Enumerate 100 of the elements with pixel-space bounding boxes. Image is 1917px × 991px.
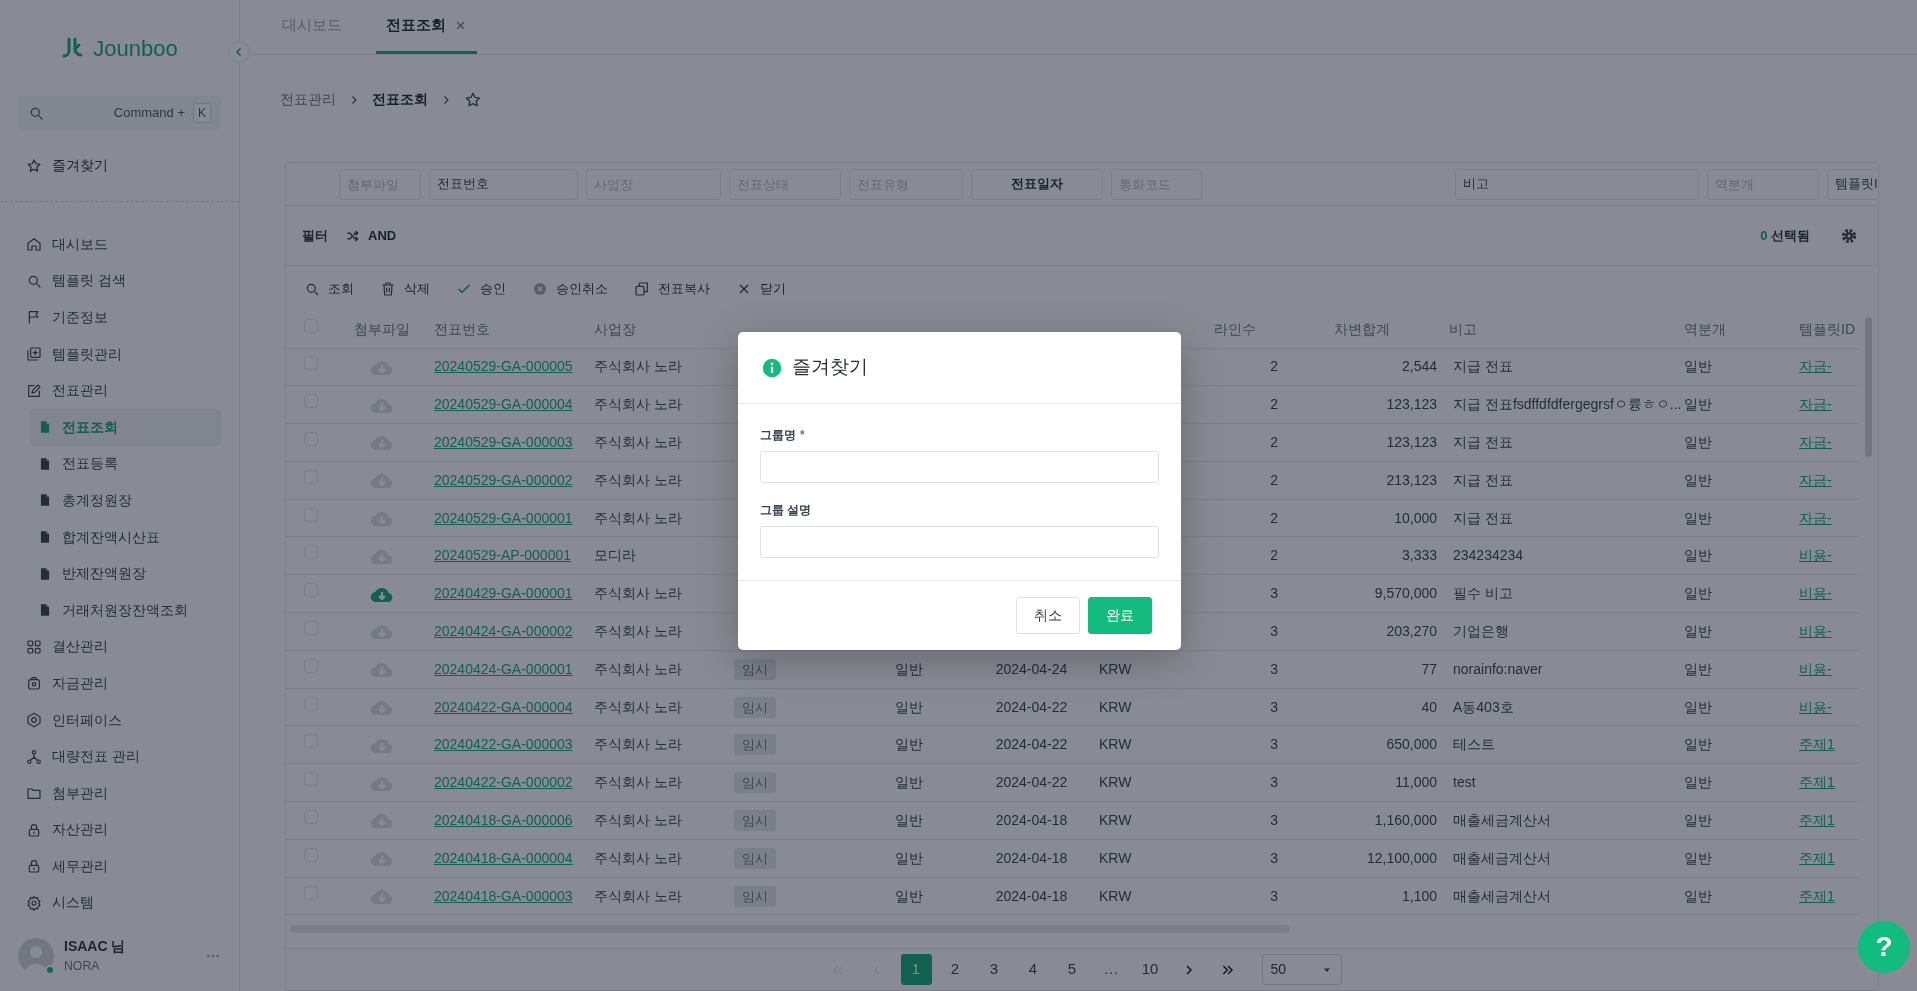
- voucher-link[interactable]: 20240418-GA-000004: [434, 849, 573, 866]
- menu-item[interactable]: 템플릿관리: [18, 335, 221, 373]
- voucher-link[interactable]: 20240422-GA-000002: [434, 774, 573, 791]
- voucher-link[interactable]: 20240422-GA-000003: [434, 736, 573, 753]
- column-header[interactable]: 첨부파일: [354, 320, 410, 337]
- voucher-link[interactable]: 20240418-GA-000006: [434, 811, 573, 828]
- template-link[interactable]: 비용-: [1799, 585, 1832, 602]
- toolbar-button[interactable]: 닫기: [736, 278, 786, 299]
- settings-icon[interactable]: [1840, 226, 1858, 245]
- voucher-link[interactable]: 20240429-GA-000001: [434, 585, 573, 602]
- filter-field[interactable]: 템플릿I: [1827, 168, 1878, 200]
- tab[interactable]: 전표조회: [376, 0, 477, 54]
- page-size-select[interactable]: 50: [1261, 954, 1342, 985]
- filter-field[interactable]: 전표번호: [429, 168, 578, 200]
- voucher-link[interactable]: 20240529-GA-000005: [434, 358, 573, 375]
- column-header[interactable]: 역분개: [1684, 320, 1726, 337]
- menu-item[interactable]: 자산관리: [18, 811, 221, 849]
- table-cell: 필수 비고: [1453, 585, 1513, 602]
- template-link[interactable]: 주제1: [1799, 887, 1835, 904]
- voucher-link[interactable]: 20240422-GA-000004: [434, 698, 573, 715]
- menu-item[interactable]: 대시보드: [18, 226, 221, 263]
- submenu-item[interactable]: 반제잔액원장: [30, 555, 221, 592]
- voucher-link[interactable]: 20240424-GA-000002: [434, 622, 573, 639]
- favorites-item[interactable]: 즐겨찾기: [0, 130, 239, 202]
- voucher-link[interactable]: 20240529-AP-000001: [434, 547, 571, 564]
- star-icon[interactable]: [464, 90, 482, 109]
- network-icon: [26, 748, 42, 765]
- logic-toggle[interactable]: AND: [346, 225, 397, 246]
- toolbar-button[interactable]: 승인: [456, 278, 506, 299]
- template-link[interactable]: 자금-: [1799, 471, 1832, 488]
- template-link[interactable]: 비용-: [1799, 547, 1832, 564]
- filter-button[interactable]: 전표일자: [971, 168, 1103, 200]
- column-header[interactable]: 비고: [1449, 320, 1477, 337]
- voucher-link[interactable]: 20240529-GA-000004: [434, 396, 573, 413]
- menu-item[interactable]: 시스템: [18, 884, 221, 922]
- template-link[interactable]: 주제1: [1799, 811, 1835, 828]
- menu-item[interactable]: 세무관리: [18, 848, 221, 885]
- page-button[interactable]: 5: [1056, 954, 1088, 985]
- page-button[interactable]: 2: [939, 954, 971, 985]
- template-link[interactable]: 자금-: [1799, 396, 1832, 413]
- menu-item[interactable]: 인터페이스: [18, 701, 221, 739]
- input-field[interactable]: [760, 451, 1159, 483]
- voucher-link[interactable]: 20240529-GA-000001: [434, 509, 573, 526]
- template-link[interactable]: 주제1: [1799, 849, 1835, 866]
- menu-item[interactable]: 첨부관리: [18, 774, 221, 812]
- menu-item[interactable]: 기준정보: [18, 299, 221, 336]
- voucher-link[interactable]: 20240529-GA-000003: [434, 434, 573, 450]
- cancel-button[interactable]: 취소: [1016, 597, 1080, 634]
- menu-item[interactable]: 템플릿 검색: [18, 262, 221, 300]
- column-header[interactable]: 차변합계: [1334, 320, 1390, 337]
- status-tag: 임시: [734, 847, 776, 869]
- voucher-link[interactable]: 20240529-GA-000002: [434, 471, 573, 488]
- input-field[interactable]: [760, 526, 1159, 558]
- submenu-item[interactable]: 총계정원장: [30, 482, 221, 519]
- template-link[interactable]: 자금-: [1799, 358, 1832, 375]
- template-link[interactable]: 비용-: [1799, 660, 1832, 677]
- column-header[interactable]: 전표번호: [434, 320, 490, 337]
- toolbar-button[interactable]: 전표복사: [634, 278, 710, 299]
- copy-icon: [634, 280, 650, 297]
- template-link[interactable]: 비용-: [1799, 698, 1832, 715]
- template-link[interactable]: 주제1: [1799, 736, 1835, 753]
- submenu-item[interactable]: 전표등록: [30, 445, 221, 483]
- filter-field[interactable]: 비고: [1455, 168, 1699, 200]
- collapse-button[interactable]: [228, 41, 250, 63]
- page-button[interactable]: 10: [1134, 954, 1166, 985]
- page-button[interactable]: 1: [900, 954, 932, 985]
- submenu-item[interactable]: 전표조회: [30, 408, 221, 446]
- menu-item[interactable]: 대량전표 관리: [18, 738, 221, 775]
- template-link[interactable]: 자금-: [1799, 434, 1832, 450]
- toolbar-button[interactable]: 삭제: [380, 278, 430, 299]
- voucher-link[interactable]: 20240418-GA-000003: [434, 887, 573, 904]
- submenu-item[interactable]: 합계잔액시산표: [30, 518, 221, 556]
- filter-label[interactable]: 필터: [302, 225, 328, 246]
- table-cell: KRW: [1099, 811, 1132, 828]
- column-header[interactable]: 템플릿ID: [1799, 320, 1855, 337]
- document-icon: [38, 565, 52, 582]
- template-link[interactable]: 비용-: [1799, 622, 1832, 639]
- menu-item[interactable]: 결산관리: [18, 628, 221, 666]
- column-header[interactable]: 사업장: [594, 320, 636, 337]
- table-cell: 일반: [1684, 471, 1712, 488]
- breadcrumb-item[interactable]: 전표조회: [372, 89, 428, 110]
- table-cell: 2: [1270, 547, 1278, 564]
- page-button[interactable]: 3: [978, 954, 1010, 985]
- breadcrumb-item[interactable]: 전표관리: [280, 89, 336, 110]
- page-button[interactable]: 4: [1017, 954, 1049, 985]
- confirm-button[interactable]: 완료: [1088, 597, 1152, 634]
- voucher-link[interactable]: 20240424-GA-000001: [434, 660, 573, 677]
- column-header[interactable]: 라인수: [1214, 320, 1256, 337]
- help-button[interactable]: ?: [1858, 921, 1910, 973]
- menu-item[interactable]: 자금관리: [18, 665, 221, 702]
- toolbar-button[interactable]: 조회: [304, 278, 354, 299]
- submenu-item[interactable]: 거래처원장잔액조회: [30, 591, 221, 629]
- search-field[interactable]: Command + K: [18, 96, 221, 130]
- template-link[interactable]: 자금-: [1799, 509, 1832, 526]
- close-icon[interactable]: [454, 19, 467, 32]
- table-cell: 일반: [1684, 434, 1712, 450]
- template-link[interactable]: 주제1: [1799, 774, 1835, 791]
- menu-item[interactable]: 전표관리: [18, 372, 221, 409]
- toolbar-button[interactable]: 승인취소: [532, 278, 608, 299]
- table-cell: 3: [1270, 849, 1278, 866]
